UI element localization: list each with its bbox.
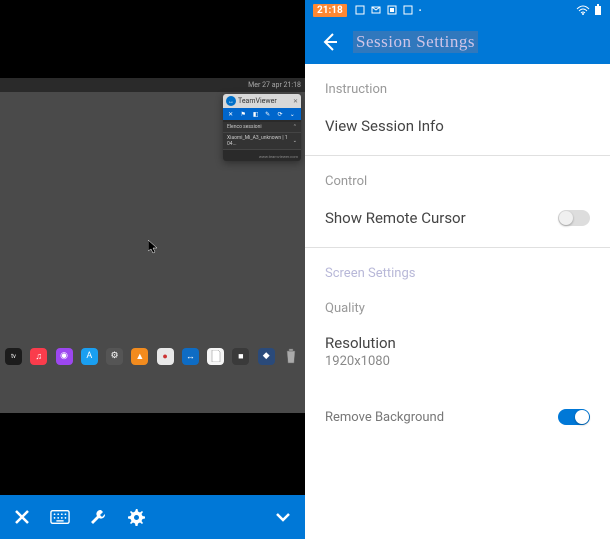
dock-teamviewer[interactable]: ↔ [182,348,199,365]
app-icon [387,5,397,15]
collapse-icon[interactable]: ⌃ [293,124,297,130]
session-item-label: Xiaomi_Mi_A3_unknown | 1 04... [227,135,293,147]
teamviewer-toolbar: ✕ ⚑ ◧ ✎ ⟳ ⌄ [223,108,301,120]
divider [305,155,610,156]
dock-app2[interactable]: ■ [232,348,249,365]
status-notification-icons: • [355,5,422,15]
show-remote-cursor-toggle[interactable] [558,210,590,226]
close-button[interactable] [12,507,32,527]
teamviewer-logo-icon: ↔ [226,96,236,106]
view-session-info-item[interactable]: View Session Info [325,111,590,141]
tv-tool-2-icon[interactable]: ⚑ [240,111,246,117]
page-title: Session Settings [353,31,478,53]
screen-section-label: Screen Settings [325,266,590,281]
instruction-section-label: Instruction [325,82,590,97]
wrench-button[interactable] [88,507,108,527]
dock-music[interactable]: ♫ [30,348,47,365]
resolution-label: Resolution [325,334,590,352]
macos-dock: tv ♫ ◉ A ⚙ ▲ ● ↔ ■ ◆ [3,344,302,368]
mail-icon [371,5,381,15]
dock-app1[interactable]: ● [157,348,174,365]
gear-button[interactable] [126,507,146,527]
settings-content: Instruction View Session Info Control Sh… [305,64,610,539]
tv-tool-3-icon[interactable]: ◧ [253,111,259,117]
screenshot-icon [355,5,365,15]
remote-screen[interactable]: Mer 27 apr 21:18 ↔ TeamViewer ✕ ✕ ⚑ ◧ ✎ … [0,0,305,495]
android-status-bar: 21:18 • [305,0,610,20]
battery-icon [594,4,602,16]
dock-document[interactable] [207,348,224,365]
teamviewer-footer: www.teamviewer.com [223,152,301,161]
teamviewer-label: TeamViewer [238,97,291,105]
tv-tool-1-icon[interactable]: ✕ [228,111,234,117]
settings-header: Session Settings [305,20,610,64]
remote-menubar: Mer 27 apr 21:18 [0,78,305,92]
remote-viewer-panel: Mer 27 apr 21:18 ↔ TeamViewer ✕ ✕ ⚑ ◧ ✎ … [0,0,305,539]
resolution-value: 1920x1080 [325,354,590,369]
remove-background-label: Remove Background [325,410,444,425]
show-remote-cursor-label: Show Remote Cursor [325,209,466,227]
keyboard-button[interactable] [50,507,70,527]
resolution-item[interactable]: Resolution 1920x1080 [325,334,590,369]
remove-background-toggle[interactable] [558,409,590,425]
cursor-icon [148,240,158,254]
tv-tool-6-icon[interactable]: ⌄ [290,111,296,117]
wifi-icon [576,5,590,15]
dock-settings[interactable]: ⚙ [106,348,123,365]
remove-background-item[interactable]: Remove Background [325,403,590,431]
dock-appstore[interactable]: A [81,348,98,365]
close-x-icon[interactable]: ✕ [293,98,298,105]
status-system-icons [576,4,602,16]
teamviewer-session-header[interactable]: Elenco sessioni ⌃ [223,122,301,133]
teamviewer-header: ↔ TeamViewer ✕ [223,94,301,108]
control-section-label: Control [325,174,590,189]
session-header-label: Elenco sessioni [227,124,262,130]
menubar-datetime: Mer 27 apr 21:18 [248,81,301,89]
collapse-button[interactable] [273,507,293,527]
teamviewer-control-panel[interactable]: ↔ TeamViewer ✕ ✕ ⚑ ◧ ✎ ⟳ ⌄ Elenco sessio… [223,94,301,161]
tv-tool-4-icon[interactable]: ✎ [265,111,271,117]
tv-tool-5-icon[interactable]: ⟳ [277,111,283,117]
teamviewer-sessions-list: Elenco sessioni ⌃ Xiaomi_Mi_A3_unknown |… [223,120,301,152]
view-session-info-label: View Session Info [325,117,444,135]
divider [305,247,610,248]
viewer-toolbar [0,495,305,539]
dock-app3[interactable]: ◆ [258,348,275,365]
dock-vlc[interactable]: ▲ [131,348,148,365]
show-remote-cursor-item[interactable]: Show Remote Cursor [325,203,590,233]
dock-trash[interactable] [283,348,300,365]
session-chevron-icon[interactable]: ⌄ [293,138,297,144]
settings-panel: 21:18 • Session Settings Instruction Vie… [305,0,610,539]
dot-icon: • [419,6,422,15]
quality-item[interactable]: Quality [325,295,590,322]
dock-podcasts[interactable]: ◉ [56,348,73,365]
dock-appletv[interactable]: tv [5,348,22,365]
back-button[interactable] [317,30,341,54]
status-time: 21:18 [313,4,347,17]
app2-icon [403,5,413,15]
teamviewer-session-item[interactable]: Xiaomi_Mi_A3_unknown | 1 04... ⌄ [223,133,301,150]
quality-label: Quality [325,301,365,316]
